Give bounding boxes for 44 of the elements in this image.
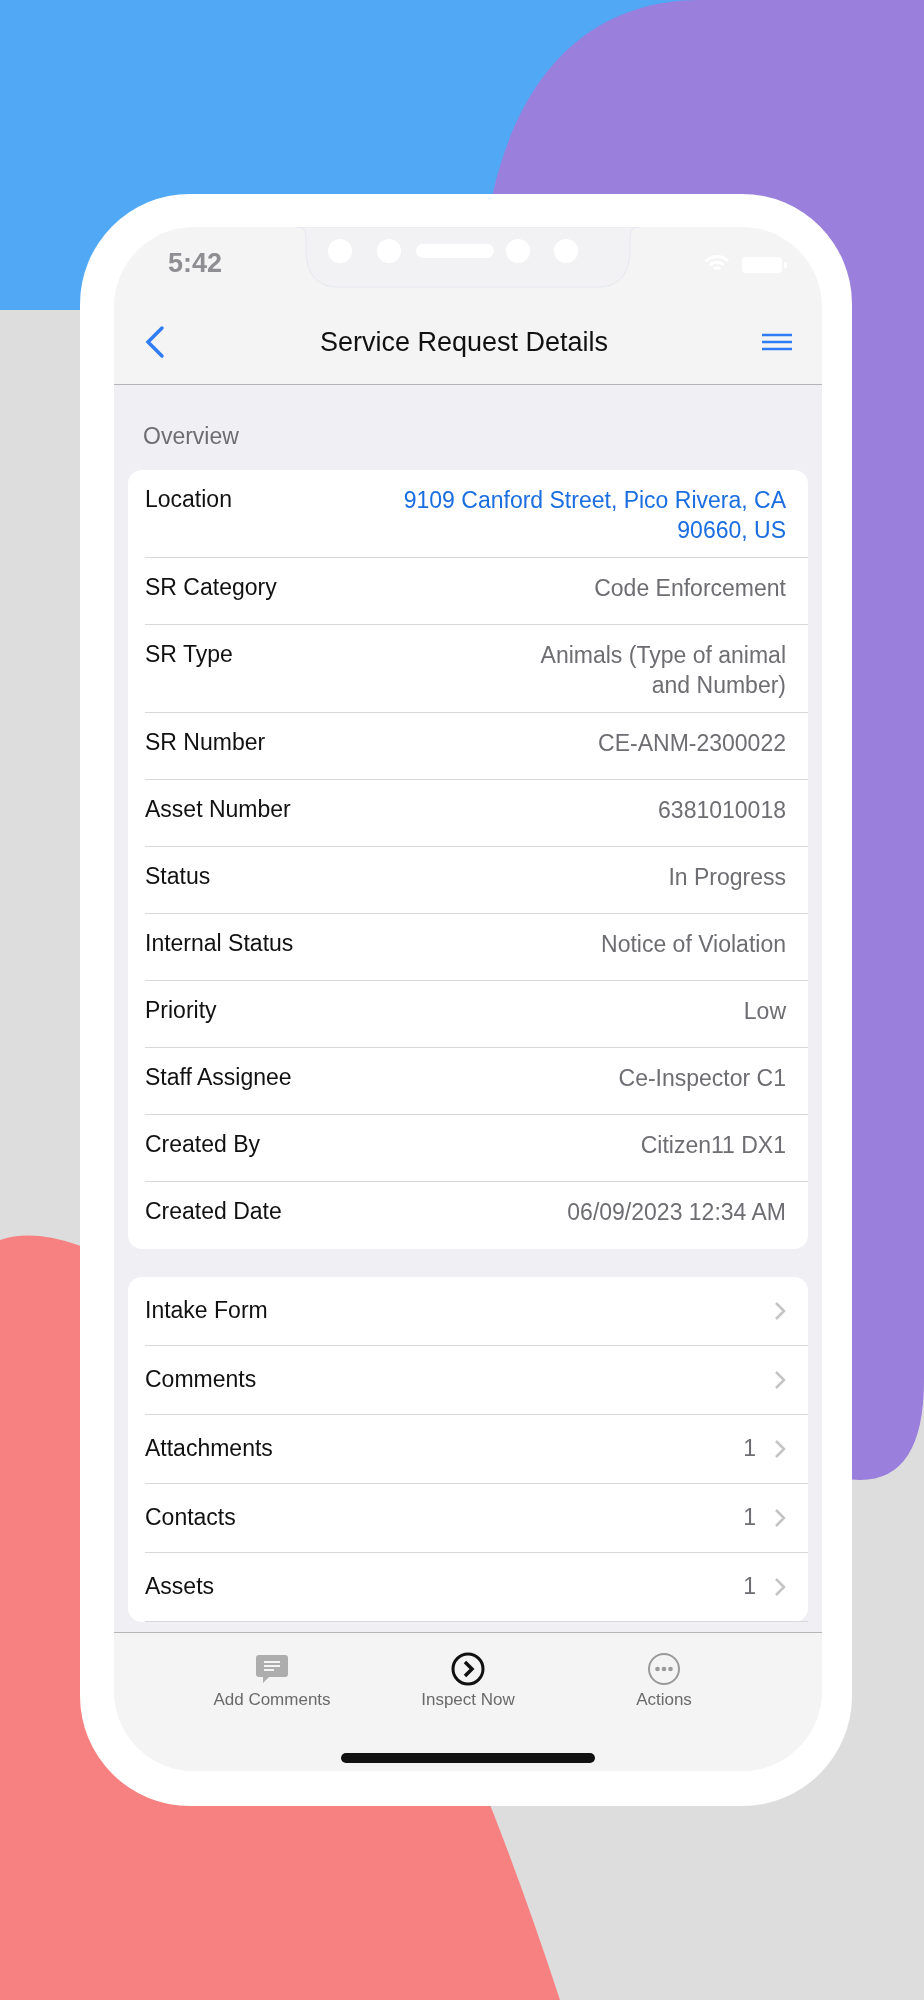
chevron-right-icon [774,1369,786,1390]
field-label: Created Date [145,1197,282,1225]
tab-button[interactable]: Actions [579,1651,749,1711]
address-link[interactable]: 9109 Canford Street, Pico Rivera, CA 90660, US [386,486,786,546]
field-label: Created By [145,1130,261,1158]
field-value: CE-ANM-2300022 [598,728,786,758]
count-label: 1 [743,1435,756,1463]
field-label: Location [145,486,232,513]
section-row[interactable]: Assets 1 [145,1552,808,1622]
field-value: Code Enforcement [594,573,786,603]
field-value: Citizen11 DX1 [640,1130,786,1160]
tab-button[interactable]: Add Comments [187,1651,357,1711]
chevron-right-icon [774,1576,786,1597]
field-value: In Progress [668,862,786,892]
more-icon [647,1652,681,1686]
field-value: Animals (Type of animal and Number) [539,640,786,700]
field-value: Low [743,996,786,1026]
field-label: SR Number [145,728,266,756]
field-label: SR Category [145,573,277,601]
message-icon [255,1652,289,1686]
field-label: Status [145,862,211,890]
count-label: 1 [743,1504,756,1532]
section-row[interactable]: Attachments 1 [145,1414,808,1484]
tab-button[interactable]: Inspect Now [383,1651,553,1711]
field-label: Internal Status [145,929,294,957]
field-label: Asset Number [145,795,291,823]
chevron-right-icon [774,1300,786,1321]
field-value: Ce-Inspector C1 [618,1063,786,1093]
count-label: 1 [743,1573,756,1601]
field-value: Notice of Violation [601,929,786,959]
screen-title: Service Request Details [319,326,609,358]
section-row[interactable]: Contacts 1 [145,1483,808,1553]
section-row[interactable]: Comments [145,1345,808,1415]
field-value: 06/09/2023 12:34 AM [567,1197,786,1227]
section-title: Overview [142,422,240,451]
field-label: SR Type [145,640,233,668]
field-label: Priority [145,996,217,1024]
field-label: Staff Assignee [145,1063,292,1091]
field-value: 6381010018 [658,795,786,825]
section-row[interactable]: Intake Form [145,1276,808,1346]
status-time: 5:42 [168,248,223,279]
chevron-circle-icon [451,1652,485,1686]
chevron-right-icon [774,1438,786,1459]
chevron-right-icon [774,1507,786,1528]
